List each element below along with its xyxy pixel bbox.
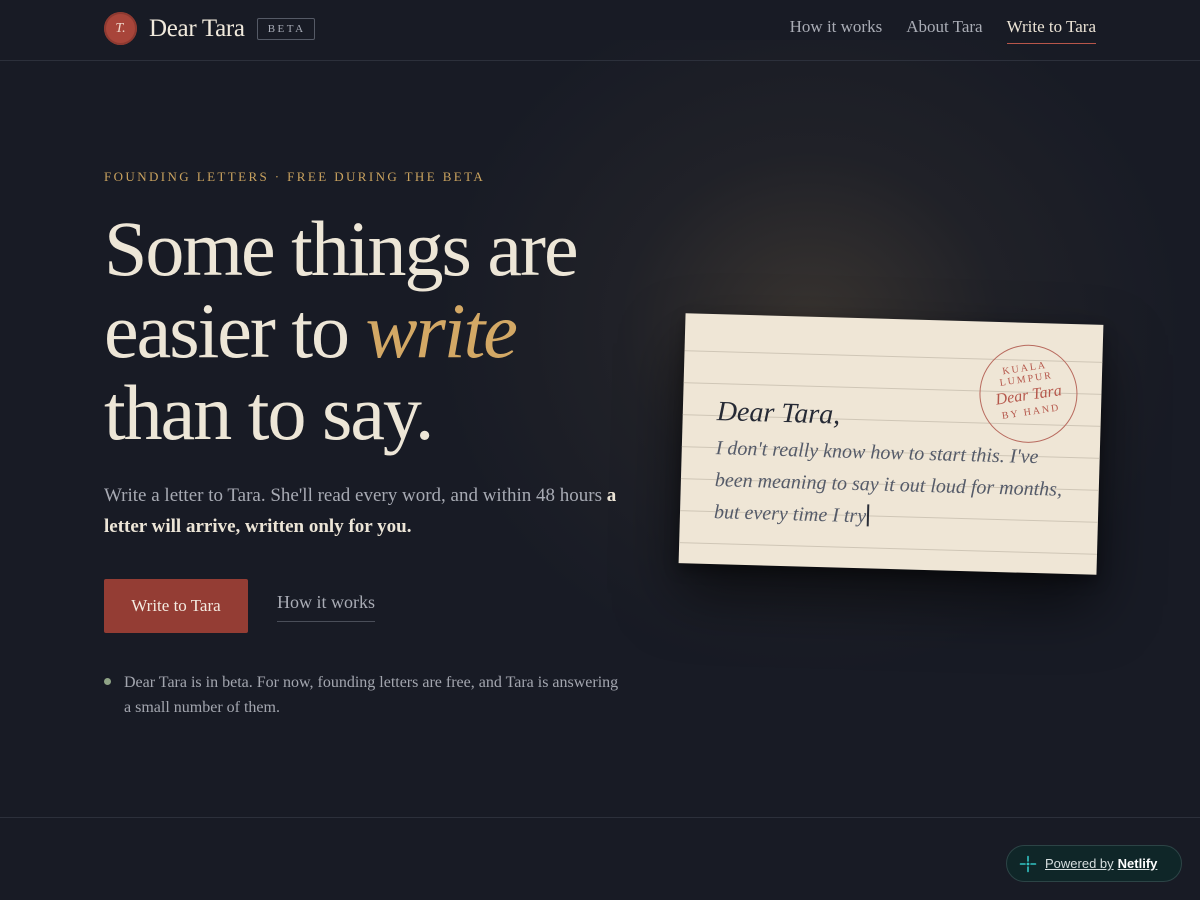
text-caret <box>866 504 869 527</box>
powered-by-netlify-badge[interactable]: Powered by Netlify <box>1006 845 1182 882</box>
letter-card: KUALA LUMPUR Dear Tara BY HAND Dear Tara… <box>678 313 1104 575</box>
headline-part2: than to say. <box>104 369 434 456</box>
nav-about-tara[interactable]: About Tara <box>906 17 982 44</box>
letter-body-text: I don't really know how to start this. I… <box>713 437 1063 528</box>
write-to-tara-button[interactable]: Write to Tara <box>104 579 248 633</box>
nav-write-to-tara[interactable]: Write to Tara <box>1006 17 1096 44</box>
how-it-works-link[interactable]: How it works <box>277 592 375 622</box>
nav-how-it-works[interactable]: How it works <box>790 17 883 44</box>
main-nav: How it works About Tara Write to Tara <box>766 17 1096 44</box>
hero-description: Write a letter to Tara. She'll read ever… <box>104 480 634 542</box>
beta-note: Dear Tara is in beta. For now, founding … <box>104 670 624 720</box>
letter-body: I don't really know how to start this. I… <box>714 432 1077 538</box>
seal-letter: T. <box>115 20 126 36</box>
netlify-icon <box>1019 855 1037 872</box>
badge-prefix: Powered by <box>1045 856 1114 871</box>
eyebrow-text: FOUNDING LETTERS · FREE DURING THE BETA <box>104 169 486 184</box>
badge-brand: Netlify <box>1117 856 1158 871</box>
letter-salutation: Dear Tara, <box>716 396 841 431</box>
site-header: T. Dear Tara BETA How it works About Tar… <box>0 0 1200 61</box>
brand[interactable]: T. Dear Tara BETA <box>104 12 315 45</box>
brand-name: Dear Tara <box>149 14 245 42</box>
headline-emphasis: write <box>365 287 518 374</box>
wax-seal-icon: T. <box>104 12 137 45</box>
postmark-stamp: KUALA LUMPUR Dear Tara BY HAND <box>972 338 1085 450</box>
footer-divider <box>0 817 1200 818</box>
page-title: Some things are easier to write than to … <box>104 208 644 454</box>
lede-plain: Write a letter to Tara. She'll read ever… <box>104 485 607 506</box>
beta-badge: BETA <box>256 17 315 40</box>
beta-note-text: Dear Tara is in beta. For now, founding … <box>124 674 619 716</box>
status-dot-icon <box>104 678 111 685</box>
